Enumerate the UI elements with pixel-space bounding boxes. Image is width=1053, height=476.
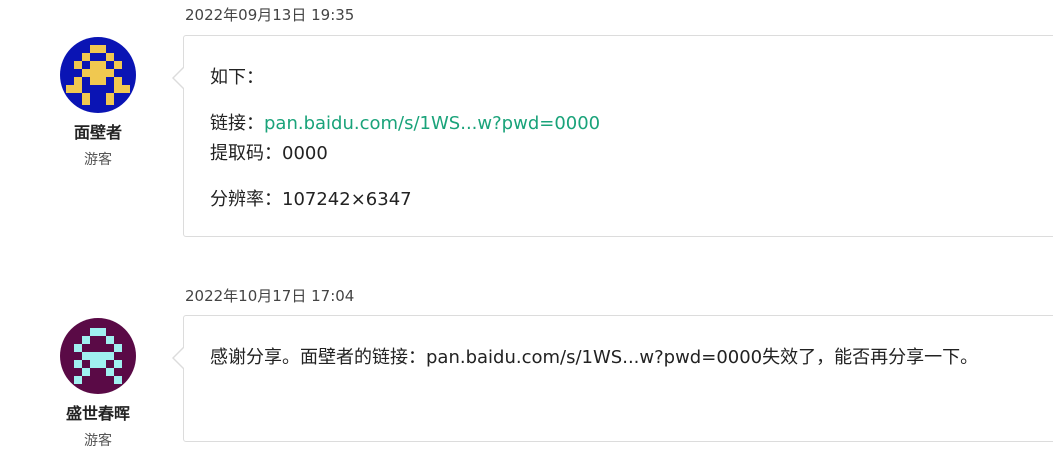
author-role: 游客 [84,152,112,168]
comment-author: 面壁者 游客 [60,37,136,169]
share-link-line: 链接：pan.baidu.com/s/1WS...w?pwd=0000 [210,109,1053,139]
comment-thread: 2022年09月13日 19:35 面壁者 游客 如下： 链接：pan.baid… [0,0,1053,476]
author-role: 游客 [84,433,112,449]
author-name[interactable]: 面壁者 [60,119,136,143]
comment-intro: 如下： [210,67,264,88]
link-label: 链接： [210,113,264,134]
comment-timestamp: 2022年09月13日 19:35 [185,6,355,24]
comment-body: 如下： 链接：pan.baidu.com/s/1WS...w?pwd=0000 … [172,35,1053,237]
pixel-avatar-icon[interactable] [60,37,136,113]
comment-text: 感谢分享。面壁者的链接：pan.baidu.com/s/1WS...w?pwd=… [210,347,979,368]
pixel-avatar-icon[interactable] [60,318,136,394]
comment-body: 感谢分享。面壁者的链接：pan.baidu.com/s/1WS...w?pwd=… [172,315,1053,442]
extraction-code: 提取码：0000 [210,143,328,164]
resolution-info: 分辨率：107242×6347 [210,189,412,210]
comment-author: 盛世春晖 游客 [60,318,136,450]
comment-timestamp: 2022年10月17日 17:04 [185,287,355,305]
share-link[interactable]: pan.baidu.com/s/1WS...w?pwd=0000 [264,113,600,134]
author-name[interactable]: 盛世春晖 [60,400,136,424]
